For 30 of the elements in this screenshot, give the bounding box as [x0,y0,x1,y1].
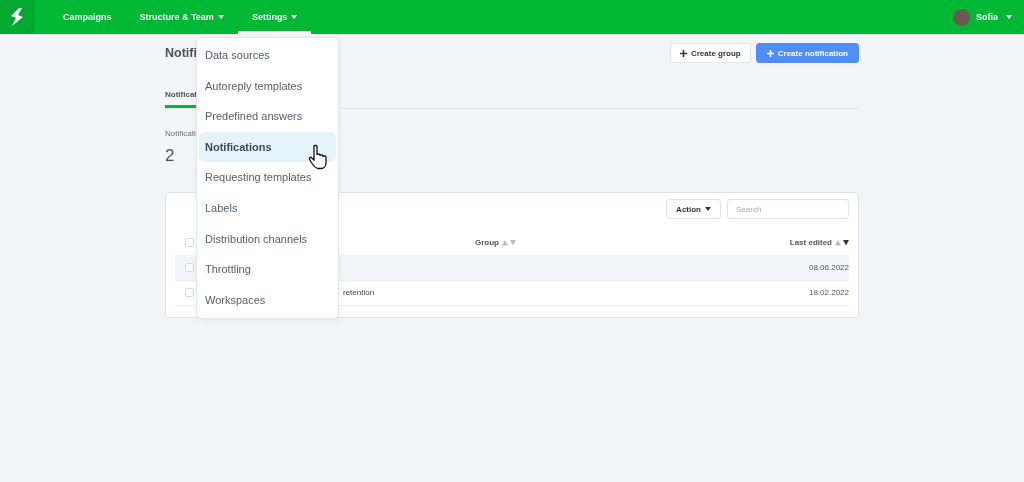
menu-item[interactable]: Requesting templates [199,162,336,193]
search-field[interactable]: Search [727,199,849,219]
column-header[interactable]: Group [475,238,499,247]
menu-item[interactable]: Data sources [199,40,336,71]
menu-item[interactable]: Distribution channels [199,223,336,255]
caret-icon [217,15,224,19]
stat-value: 2 [165,146,175,166]
caret-icon [1006,15,1012,19]
table-cell: 08.06.2022 [808,262,849,272]
table-cell: 18.02.2022 [808,288,849,298]
checkbox[interactable] [185,288,194,298]
avatar [953,8,970,26]
stat-label: Notificati [165,129,196,138]
caret-icon [291,15,298,19]
menu-item[interactable]: Predefined answers [199,101,336,132]
menu-item[interactable]: Autoreply templates [199,70,336,102]
page-title: Notifi [165,46,197,60]
hand-cursor-icon [308,143,330,170]
create-group-button[interactable]: Create group [669,43,751,63]
sort-icon[interactable] [835,239,849,246]
checkbox[interactable] [185,262,194,272]
caret-icon [705,207,711,211]
logo-icon[interactable] [9,8,25,26]
plus-icon [679,49,687,57]
column-header[interactable]: Last edited [789,238,832,247]
table-cell: retention [343,288,375,298]
action-button[interactable]: Action [666,199,721,219]
checkbox[interactable] [185,238,194,247]
plus-icon [766,49,774,57]
menu-item[interactable]: Labels [199,192,336,224]
